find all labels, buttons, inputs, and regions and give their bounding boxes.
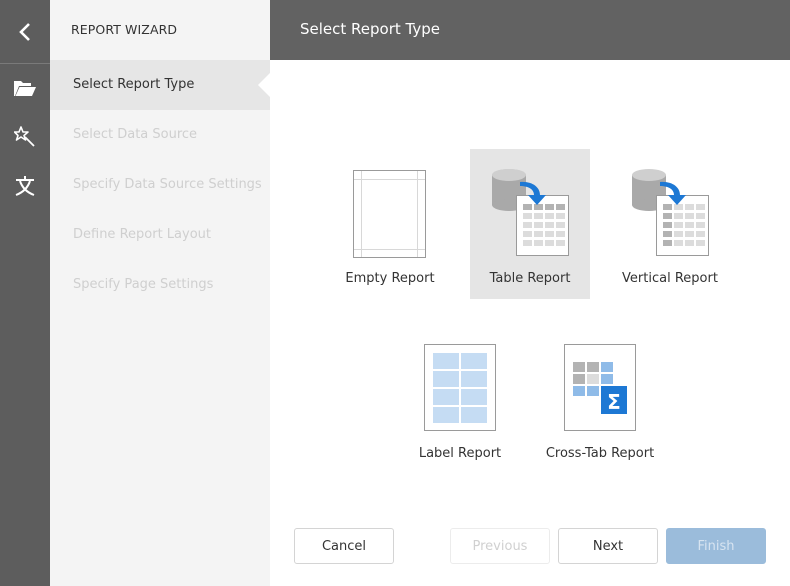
wizard-steps-panel: REPORT WIZARD Select Report Type Select … bbox=[50, 0, 270, 586]
step-specify-data-source-settings: Specify Data Source Settings bbox=[73, 177, 262, 192]
table-report-icon bbox=[492, 169, 569, 256]
report-type-label-text: Cross-Tab Report bbox=[545, 446, 655, 461]
folder-open-icon bbox=[14, 81, 36, 96]
rail-wizard-button[interactable] bbox=[0, 117, 50, 157]
cancel-button[interactable]: Cancel bbox=[294, 528, 394, 564]
previous-button[interactable]: Previous bbox=[450, 528, 550, 564]
label-report-icon bbox=[424, 344, 496, 431]
rail-localization-button[interactable] bbox=[0, 166, 50, 206]
step-select-data-source: Select Data Source bbox=[73, 127, 198, 142]
localization-icon bbox=[15, 176, 35, 196]
report-type-label: Table Report bbox=[489, 271, 571, 286]
empty-report-icon bbox=[353, 170, 426, 258]
cross-tab-report-icon: Σ bbox=[564, 344, 636, 431]
step-specify-page-settings: Specify Page Settings bbox=[73, 277, 214, 292]
report-type-label: Vertical Report bbox=[622, 271, 718, 286]
page-header: Select Report Type bbox=[270, 0, 790, 60]
magic-wand-icon bbox=[14, 126, 35, 147]
back-button[interactable] bbox=[0, 0, 50, 64]
report-type-empty[interactable]: Empty Report bbox=[330, 149, 450, 299]
vertical-report-icon bbox=[632, 169, 709, 256]
step-select-report-type[interactable]: Select Report Type bbox=[50, 60, 270, 110]
wizard-title: REPORT WIZARD bbox=[71, 22, 178, 37]
report-type-cross-tab[interactable]: Σ Cross-Tab Report bbox=[540, 330, 660, 480]
chevron-left-icon bbox=[19, 22, 30, 41]
rail-open-button[interactable] bbox=[0, 68, 50, 108]
page-title: Select Report Type bbox=[300, 20, 440, 38]
finish-button[interactable]: Finish bbox=[666, 528, 766, 564]
next-button[interactable]: Next bbox=[558, 528, 658, 564]
step-define-report-layout: Define Report Layout bbox=[73, 227, 211, 242]
report-type-vertical[interactable]: Vertical Report bbox=[610, 149, 730, 299]
report-type-table[interactable]: Table Report bbox=[470, 149, 590, 299]
report-type-label: Empty Report bbox=[345, 271, 435, 286]
icon-rail bbox=[0, 0, 50, 586]
report-type-label[interactable]: Label Report bbox=[400, 330, 520, 480]
report-type-label-text: Label Report bbox=[418, 446, 502, 461]
svg-text:Σ: Σ bbox=[607, 390, 621, 414]
